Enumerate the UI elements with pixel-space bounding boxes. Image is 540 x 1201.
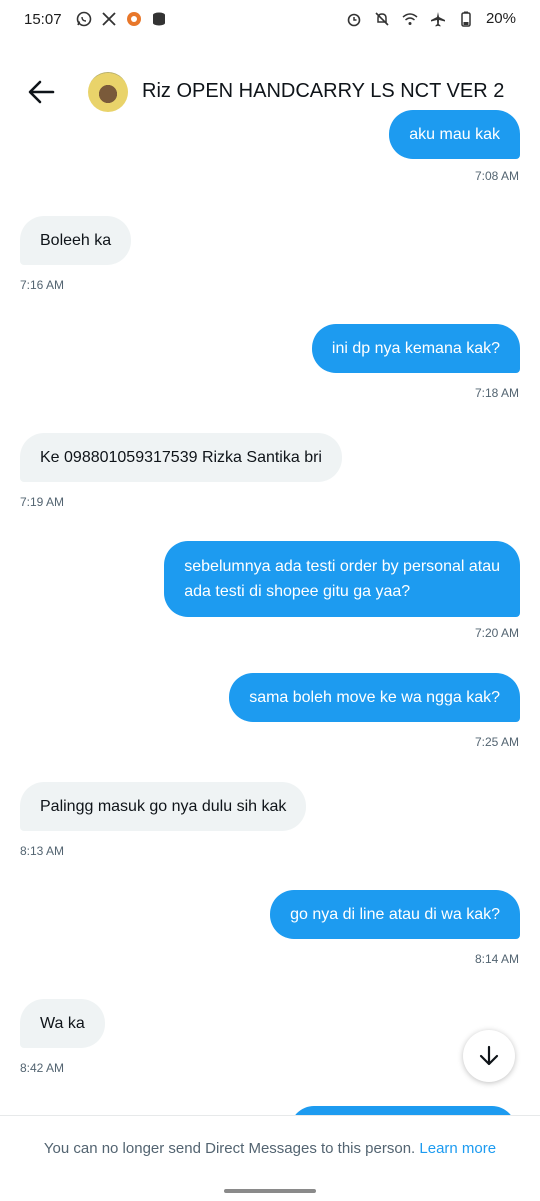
- message-text: Palingg masuk go nya dulu sih kak: [40, 798, 287, 815]
- message-bubble-outgoing[interactable]: sebelumnya ada testi order by personal a…: [164, 541, 520, 617]
- conversation-title[interactable]: Riz OPEN HANDCARRY LS NCT VER 2: [142, 80, 504, 103]
- message-bubble-incoming[interactable]: Boleeh ka: [20, 216, 132, 265]
- message-bubble-outgoing[interactable]: sama boleh move ke wa ngga kak?: [229, 673, 520, 722]
- message-timestamp: 7:18 AM: [474, 386, 519, 400]
- message-timestamp: 7:20 AM: [474, 626, 519, 640]
- back-arrow-icon[interactable]: [26, 78, 56, 106]
- message-thread[interactable]: aku mau kak 7:08 AM Boleeh ka 7:16 AM in…: [0, 0, 540, 1115]
- dm-restricted-notice: You can no longer send Direct Messages t…: [0, 1140, 540, 1157]
- scroll-to-bottom-button[interactable]: [463, 1030, 515, 1082]
- message-bubble-incoming[interactable]: Palingg masuk go nya dulu sih kak: [20, 782, 307, 831]
- message-timestamp: 7:19 AM: [20, 495, 65, 509]
- message-bubble-outgoing[interactable]: ini dp nya kemana kak?: [311, 324, 520, 373]
- arrow-down-icon: [479, 1045, 499, 1066]
- message-timestamp: 7:25 AM: [474, 735, 519, 749]
- message-text: Wa ka: [40, 1015, 85, 1032]
- conversation-header: Riz OPEN HANDCARRY LS NCT VER 2: [0, 60, 540, 124]
- message-text: go nya di line atau di wa kak?: [290, 906, 500, 923]
- notice-text: You can no longer send Direct Messages t…: [43, 1140, 416, 1157]
- home-indicator[interactable]: [224, 1189, 316, 1193]
- message-bubble-outgoing-partial[interactable]: [290, 1106, 516, 1115]
- message-timestamp: 8:14 AM: [474, 952, 519, 966]
- composer-disabled-bar: You can no longer send Direct Messages t…: [0, 1115, 540, 1201]
- message-bubble-outgoing[interactable]: go nya di line atau di wa kak?: [270, 890, 520, 939]
- message-timestamp: 7:16 AM: [20, 278, 65, 292]
- message-text: sama boleh move ke wa ngga kak?: [249, 689, 500, 706]
- learn-more-link[interactable]: Learn more: [419, 1140, 496, 1157]
- message-text-line: sebelumnya ada testi order by personal a…: [184, 558, 500, 575]
- message-bubble-incoming[interactable]: Wa ka: [20, 999, 105, 1048]
- avatar[interactable]: [88, 72, 128, 112]
- message-bubble-incoming[interactable]: Ke 098801059317539 Rizka Santika bri: [20, 433, 342, 482]
- message-timestamp: 7:08 AM: [474, 169, 519, 183]
- message-text-line: ada testi di shopee gitu ga yaa?: [184, 583, 411, 600]
- message-timestamp: 8:42 AM: [20, 1061, 65, 1075]
- message-text: ini dp nya kemana kak?: [331, 340, 500, 357]
- message-timestamp: 8:13 AM: [20, 844, 65, 858]
- message-text: aku mau kak: [409, 126, 500, 143]
- message-text: Ke 098801059317539 Rizka Santika bri: [40, 449, 322, 466]
- message-text: Boleeh ka: [40, 232, 112, 249]
